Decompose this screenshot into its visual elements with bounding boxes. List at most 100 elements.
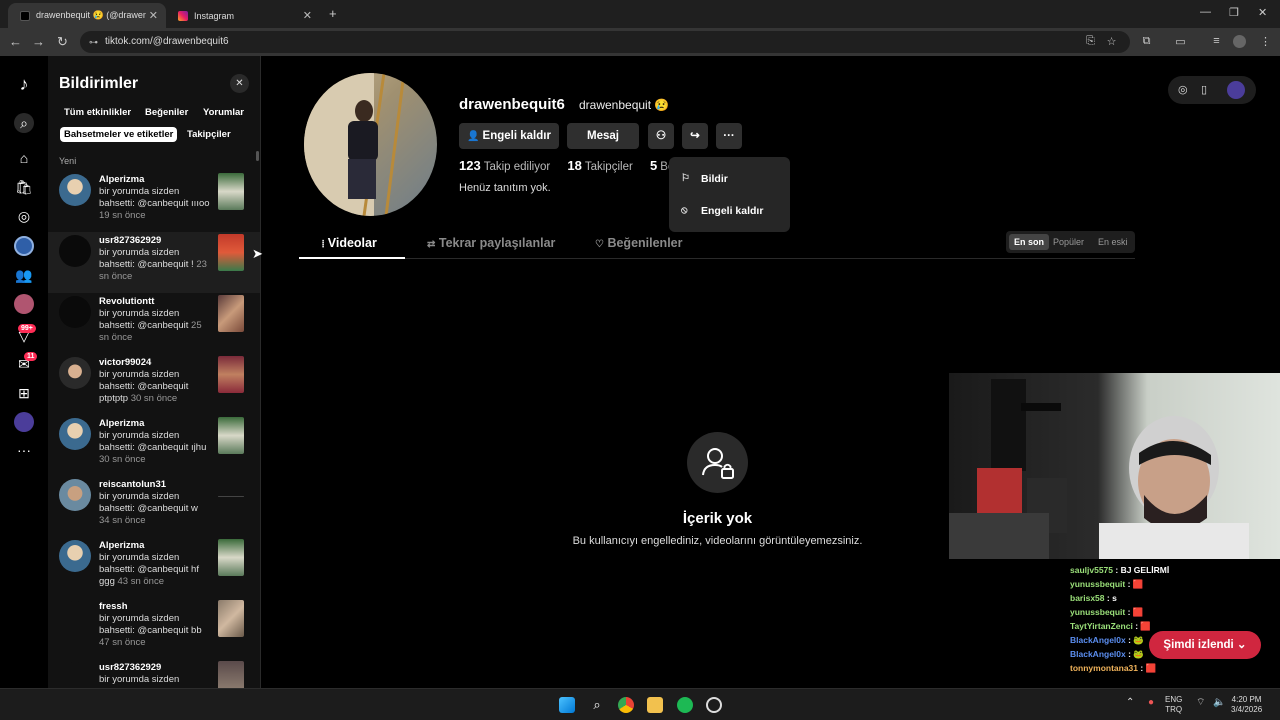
wifi-icon[interactable]: ⌔ [1196,698,1205,708]
windows-start-icon[interactable] [559,697,575,713]
menu-report[interactable]: ⚐ Bildir [669,166,790,192]
bookmark-star-icon[interactable]: ☆ [1105,35,1118,48]
language-indicator[interactable]: ENG TRQ [1165,695,1182,715]
video-thumbnail[interactable] [218,417,244,454]
profile-avatar-icon[interactable] [1233,35,1246,48]
watching-now-button[interactable]: Şimdi izlendi ⌄ [1149,631,1261,659]
tiktok-logo-icon[interactable]: ♪ [14,74,34,94]
site-info-icon[interactable]: ⊶ [89,31,98,53]
install-app-icon[interactable]: ⎘ [1084,35,1097,48]
clock[interactable]: 4:20 PM 3/4/2026 [1231,695,1262,715]
notification-item[interactable]: fressh bir yorumda sizden bahsetti: @can… [48,598,260,659]
unblock-button[interactable]: 👤 Engeli kaldır [459,123,559,149]
minimize-icon[interactable]: — [1200,6,1211,18]
microphone-icon[interactable]: ● [1148,698,1154,708]
friends-avatar-icon[interactable] [14,294,34,314]
close-window-icon[interactable]: ✕ [1258,6,1267,19]
device-icon[interactable]: ▯ [1201,83,1207,96]
notification-item[interactable]: Alperizma bir yorumda sizden bahsetti: @… [48,415,260,476]
app-icon[interactable] [706,697,722,713]
live-icon[interactable] [14,236,34,256]
notification-item[interactable]: usr827362929 bir yorumda sizden [48,659,260,688]
video-thumbnail[interactable] [218,600,244,637]
filter-comments[interactable]: Yorumlar [199,105,248,120]
upload-icon[interactable]: ⊞ [14,383,34,403]
notification-text: bir yorumda sizden bahsetti: @canbequit … [99,186,210,209]
add-friend-icon[interactable]: ⚇ [648,123,674,149]
filter-mentions[interactable]: Bahsetmeler ve etiketler [60,127,178,142]
spotify-icon[interactable] [677,697,693,713]
menu-dots-icon[interactable]: ⋮ [1259,35,1272,48]
video-thumbnail[interactable] [218,234,244,271]
url-text: tiktok.com/@drawenbequit6 [105,36,229,47]
notification-item[interactable]: reiscantolun31 bir yorumda sizden bahset… [48,476,260,537]
filter-all[interactable]: Tüm etkinlikler [60,105,135,120]
sort-latest[interactable]: En son [1009,234,1050,250]
video-thumbnail[interactable] [218,356,244,393]
volume-icon[interactable]: 🔈 [1213,698,1225,708]
tab-reposts[interactable]: ⇄ Tekrar paylaşılanlar [427,236,555,250]
user-avatar[interactable] [1227,81,1245,99]
search-icon[interactable]: ⌕ [589,697,605,713]
forward-icon[interactable]: → [32,34,45,49]
chrome-icon[interactable] [618,697,634,713]
notification-user: fressh [99,601,128,612]
profile-icon[interactable] [14,412,34,432]
notification-item[interactable]: victor99024 bir yorumda sizden bahsetti:… [48,354,260,415]
shop-icon[interactable]: 🛍 [14,177,34,197]
notification-item[interactable]: Revolutiontt bir yorumda sizden bahsetti… [48,293,260,354]
message-button[interactable]: Mesaj [567,123,639,149]
coins-icon[interactable]: ◎ [1178,83,1188,96]
video-thumbnail[interactable] [218,295,244,332]
notifications-panel: Bildirimler ✕ Tüm etkinlikler Beğeniler … [48,56,261,688]
video-thumbnail[interactable] [218,173,244,210]
sort-oldest[interactable]: En eski [1093,234,1133,250]
new-tab-button[interactable]: + [329,6,337,21]
search-icon[interactable]: ⌕ [14,113,34,133]
more-icon[interactable]: ··· [14,440,34,460]
profile-nickname: drawenbequit 😢 [579,98,670,112]
share-icon[interactable]: ↪ [682,123,708,149]
followers-label[interactable]: Takipçiler [585,161,633,173]
flag-icon: ⚐ [681,173,690,184]
more-options-icon[interactable]: ··· [716,123,742,149]
close-icon[interactable]: ✕ [230,74,249,93]
notification-item[interactable]: Alperizma bir yorumda sizden bahsetti: @… [48,171,260,232]
address-bar[interactable]: ⊶ tiktok.com/@drawenbequit6 [80,31,1130,53]
tray-chevron-icon[interactable]: ⌃ [1126,698,1134,708]
scrollbar[interactable] [256,151,259,161]
notification-time: 19 sn önce [99,210,146,221]
following-icon[interactable]: 👥 [14,265,34,285]
reload-icon[interactable]: ↻ [57,34,68,50]
notification-item[interactable]: usr827362929 bir yorumda sizden bahsetti… [48,232,260,293]
filter-likes[interactable]: Beğeniler [141,105,192,120]
file-explorer-icon[interactable] [647,697,663,713]
video-thumbnail[interactable] [218,539,244,576]
extensions-icon[interactable]: ⧉ [1140,35,1153,48]
notification-text: bir yorumda sizden bahsetti: @canbequit … [99,613,202,636]
split-view-icon[interactable]: ▭ [1174,35,1187,48]
tiktok-side-rail: ♪ ⌕ ⌂ 🛍 ◎ 👥 ▽ 99+ ✉ 11 ⊞ ··· [0,56,48,688]
close-tab-icon[interactable]: ✕ [303,9,312,22]
chat-message: barisx58 : s [1070,593,1117,603]
explore-icon[interactable]: ◎ [14,206,34,226]
notification-text: bir yorumda sizden bahsetti: @canbequit … [99,430,207,453]
filter-followers[interactable]: Takipçiler [183,127,235,142]
reading-list-icon[interactable]: ≡ [1210,35,1223,48]
windows-taskbar: ⌕ ⌃ ● ENG TRQ ⌔ 🔈 4:20 PM 3/4/2026 [0,688,1280,720]
video-thumbnail[interactable] [218,661,244,688]
video-thumbnail[interactable] [218,496,244,497]
browser-tab-instagram[interactable]: Instagram ✕ [166,3,320,28]
tab-videos[interactable]: ⦙ Videolar [322,236,377,250]
browser-tab-tiktok[interactable]: drawenbequit 😢 (@drawenbe ✕ [8,3,166,28]
following-label[interactable]: Takip ediliyor [484,161,550,173]
menu-unblock[interactable]: ⦸ Engeli kaldır [669,198,790,224]
back-icon[interactable]: ← [9,34,22,49]
close-tab-icon[interactable]: ✕ [149,9,158,22]
home-icon[interactable]: ⌂ [14,148,34,168]
notification-user: victor99024 [99,357,152,368]
sort-popular[interactable]: Popüler [1048,234,1089,250]
maximize-icon[interactable]: ❐ [1229,6,1239,19]
notification-item[interactable]: Alperizma bir yorumda sizden bahsetti: @… [48,537,260,598]
tab-liked[interactable]: ♡ Beğenilenler [595,236,682,250]
